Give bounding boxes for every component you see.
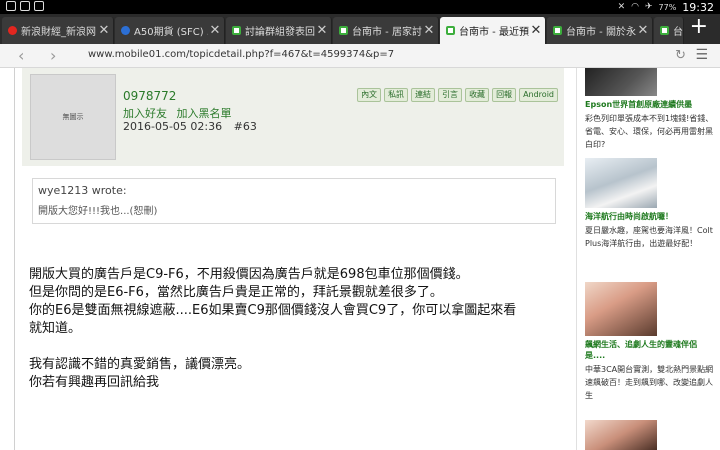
ad-image[interactable] [585,282,657,336]
tab-tainan-home[interactable]: 台南市 - 居家討... ✕ [333,17,439,44]
quote-block: wye1213 wrote: 開版大您好!!!我也...(恕刪) [32,178,556,224]
ad-item[interactable]: Epson世界首創原廠連續供墨 彩色列印單張成本不到1塊錢!省錢、省電、安心、環… [585,68,715,151]
mute-icon: ✕ [617,2,626,12]
tab-title: 台 [673,27,683,38]
report-button[interactable]: 回報 [492,88,517,102]
close-tab-icon[interactable]: ✕ [529,23,543,38]
tab-title: A50期貨 (SFC) ... [134,27,208,38]
forum-post: 無圖示 0978772 加入好友 加入黑名單 2016-05-05 02:36 … [22,68,570,450]
battery-level: 77% [658,2,677,12]
post-header: 無圖示 0978772 加入好友 加入黑名單 2016-05-05 02:36 … [22,68,564,166]
notification-icon [20,1,30,11]
post-actions: 內文 私訊 連結 引言 收藏 回報 Android [357,88,558,102]
close-tab-icon[interactable]: ✕ [422,23,436,38]
body-line: 你的E6是雙面無視線遮蔽....E6如果賣C9那個價錢沒人會買C9了，你可以拿圖… [29,303,517,318]
address-bar: ‹ › www.mobile01.com/topicdetail.php?f=4… [0,44,720,68]
notification-icon [6,1,16,11]
page-content: 無圖示 0978772 加入好友 加入黑名單 2016-05-05 02:36 … [0,68,720,450]
post-floor: #63 [233,120,257,133]
ad-item[interactable]: 海洋航行由時尚啟航囉！ 夏日嚴水趣，座駕也要海洋風！Colt Plus海洋航行由… [585,158,715,250]
user-links: 加入好友 加入黑名單 [123,105,238,121]
mobile01-icon [660,26,669,35]
quote-author: wye1213 wrote: [38,184,127,197]
mobile01-icon [339,26,348,35]
tab-tainan-about[interactable]: 台南市 - 關於永... ✕ [547,17,653,44]
link-button[interactable]: 連結 [411,88,436,102]
ad-desc: 夏日嚴水趣，座駕也要海洋風！Colt Plus海洋航行由，出遊最好配！ [585,226,713,248]
favorite-button[interactable]: 收藏 [465,88,490,102]
close-tab-icon[interactable]: ✕ [97,23,111,38]
tab-a50[interactable]: A50期貨 (SFC) ... ✕ [115,17,225,44]
post-date: 2016-05-05 02:36 [123,120,223,133]
add-blacklist-link[interactable]: 加入黑名單 [177,107,232,120]
tab-title: 台南市 - 最近預... [459,27,529,38]
ad-item[interactable] [585,420,715,450]
body-line: 就知道。 [29,321,82,336]
ad-item[interactable]: 飆網生活、追劇人生的靈魂伴侶是.... 中華3CA開台實測，雙北熱門景點網速飆破… [585,282,715,402]
ad-image[interactable] [585,68,657,96]
quote-text: 開版大您好!!!我也...(恕刪) [38,206,158,217]
body-line: 開版大買的廣告戶是C9-F6，不用殺價因為廣告戶就是698包車位那個價錢。 [29,267,469,282]
tab-bar: 新浪財經_新浪网 ✕ A50期貨 (SFC) ... ✕ 討論群組發表回... … [0,14,720,44]
mobile01-icon [232,26,241,35]
tab-sina[interactable]: 新浪財經_新浪网 ✕ [2,17,114,44]
tab-title: 討論群組發表回... [245,27,315,38]
new-tab-icon[interactable]: + [690,16,708,38]
globe-icon [121,26,130,35]
notification-icons [6,1,44,11]
ad-image[interactable] [585,420,657,450]
sidebar-ads: Epson世界首創原廠連續供墨 彩色列印單張成本不到1塊錢!省錢、省電、安心、環… [576,68,720,450]
tab-discussion[interactable]: 討論群組發表回... ✕ [226,17,332,44]
ad-desc: 中華3CA開台實測，雙北熱門景點網速飆破百！走到飆到哪、改變追劇人生 [585,365,714,400]
post-body: 開版大買的廣告戶是C9-F6，不用殺價因為廣告戶就是698包車位那個價錢。 但是… [29,266,557,392]
body-line: 但是你問的是E6-F6，當然比廣告戶貴是正常的，拜託景觀就差很多了。 [29,285,443,300]
sina-icon [8,26,17,35]
close-tab-icon[interactable]: ✕ [315,23,329,38]
menu-icon[interactable]: ☰ [695,47,708,63]
ad-title[interactable]: Epson世界首創原廠連續供墨 [585,99,715,110]
android-button[interactable]: Android [519,88,558,102]
mobile01-icon [553,26,562,35]
tab-truncated[interactable]: 台 [654,17,684,44]
ad-image[interactable] [585,158,657,208]
back-icon[interactable]: ‹ [18,46,24,65]
ad-title[interactable]: 海洋航行由時尚啟航囉！ [585,211,715,222]
tab-tainan-recent[interactable]: 台南市 - 最近預... ✕ [440,17,546,44]
close-tab-icon[interactable]: ✕ [208,23,222,38]
avatar[interactable]: 無圖示 [30,74,116,160]
clock: 19:32 [682,0,714,14]
username-link[interactable]: 0978772 [123,89,176,103]
wifi-icon: ◠ [631,2,639,12]
airplane-icon: ✈ [644,2,653,12]
forward-icon[interactable]: › [50,46,56,65]
body-line: 我有認識不錯的真愛銷售，議價漂亮。 [29,357,251,372]
post-meta: 2016-05-05 02:36 #63 [123,120,265,133]
quote-button[interactable]: 引言 [438,88,463,102]
add-friend-link[interactable]: 加入好友 [123,107,167,120]
status-bar: ✕ ◠ ✈ 77% 19:32 [0,0,720,14]
ad-title[interactable]: 飆網生活、追劇人生的靈魂伴侶是.... [585,339,715,361]
reload-icon[interactable]: ↻ [675,48,686,63]
content-border [14,68,15,450]
tab-title: 新浪財經_新浪网 [21,27,96,38]
close-tab-icon[interactable]: ✕ [636,23,650,38]
content-button[interactable]: 內文 [357,88,382,102]
tab-title: 台南市 - 居家討... [352,27,422,38]
message-button[interactable]: 私訊 [384,88,409,102]
body-line: 你若有興趣再回訊給我 [29,375,160,390]
ad-desc: 彩色列印單張成本不到1塊錢!省錢、省電、安心、環保，何必再用雷射黑白印? [585,114,714,149]
notification-icon [34,1,44,11]
system-status: ✕ ◠ ✈ 77% 19:32 [618,0,714,14]
tab-title: 台南市 - 關於永... [566,27,636,38]
url-field[interactable]: www.mobile01.com/topicdetail.php?f=467&t… [88,49,394,60]
mobile01-icon [446,26,455,35]
